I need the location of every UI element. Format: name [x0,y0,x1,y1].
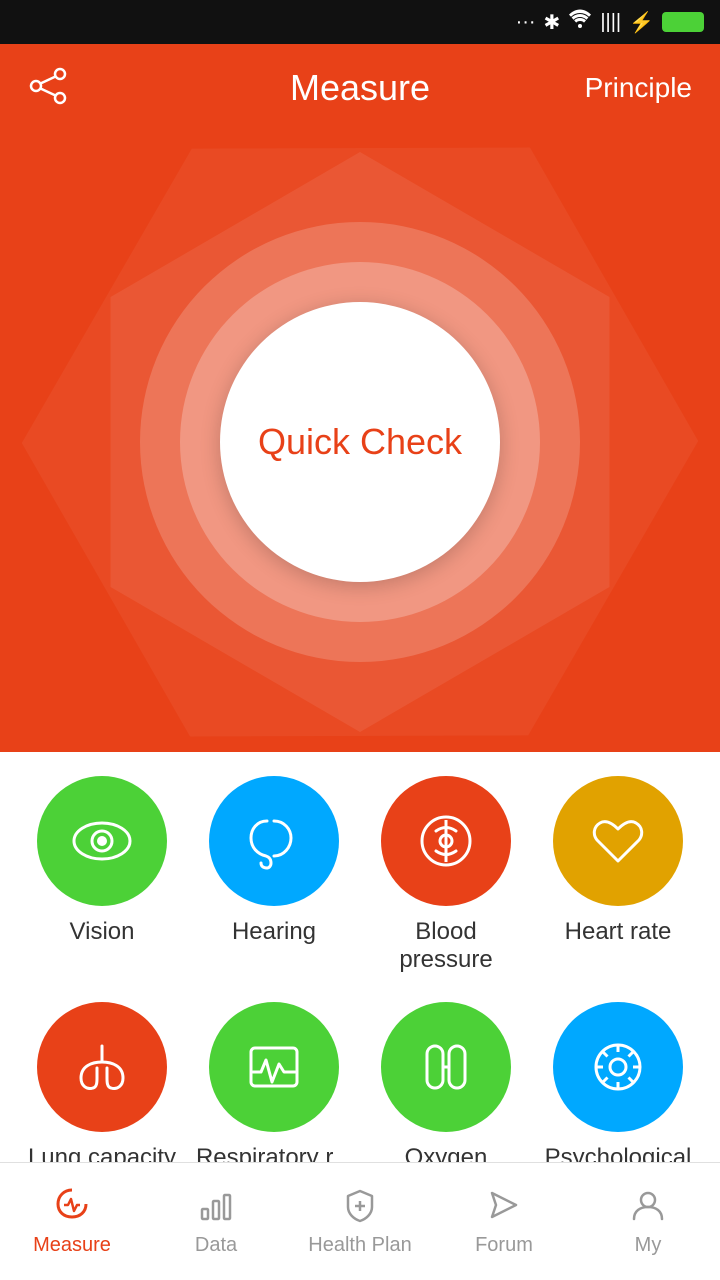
nav-my[interactable]: My [576,1163,720,1280]
nav-health-plan-label: Health Plan [308,1234,411,1257]
principle-button[interactable]: Principle [585,72,692,104]
nav-measure[interactable]: Measure [0,1163,144,1280]
nav-health-plan[interactable]: Health Plan [288,1163,432,1280]
psychological-icon-circle [553,1002,683,1132]
nav-forum-icon [486,1187,522,1228]
psychological-item[interactable]: Psychological [538,1002,698,1172]
blood-pressure-label: Blood pressure [366,918,526,974]
heart-rate-icon-circle [553,776,683,906]
oxygen-icon-circle [381,1002,511,1132]
bottom-navigation: Measure Data Health Plan Forum [0,1162,720,1280]
quick-check-label: Quick Check [258,421,462,463]
measure-grid: Vision Hearing [0,752,720,1224]
respiratory-item[interactable]: Respiratory r... [194,1002,354,1172]
signal-dots: ··· [516,11,536,34]
vision-icon-circle [37,776,167,906]
nav-data-label: Data [195,1234,237,1257]
status-bar: ··· ✱ |||| ⚡ [0,0,720,44]
share-icon[interactable] [28,66,68,111]
grid-row-2: Lung capacity Respiratory r... Oxygen [16,1002,704,1172]
oxygen-item[interactable]: Oxygen [366,1002,526,1172]
nav-data-icon [198,1187,234,1228]
quick-check-middle: Quick Check [180,262,540,622]
status-icons: ··· ✱ |||| ⚡ [516,9,704,35]
quick-check-button[interactable]: Quick Check [140,222,580,662]
nav-forum[interactable]: Forum [432,1163,576,1280]
vision-label: Vision [70,918,135,946]
header: Measure Principle [0,44,720,132]
page-title: Measure [290,67,430,109]
grid-row-1: Vision Hearing [16,776,704,974]
nav-measure-label: Measure [33,1234,111,1257]
hearing-icon-circle [209,776,339,906]
heart-rate-label: Heart rate [565,918,672,946]
nav-health-plan-icon [342,1187,378,1228]
signal-bars-icon: |||| [600,11,621,34]
blood-pressure-item[interactable]: Blood pressure [366,776,526,974]
lung-capacity-item[interactable]: Lung capacity [22,1002,182,1172]
nav-forum-label: Forum [475,1234,533,1257]
heart-rate-item[interactable]: Heart rate [538,776,698,974]
hearing-label: Hearing [232,918,316,946]
respiratory-icon-circle [209,1002,339,1132]
hero-section: Quick Check [0,132,720,752]
lung-capacity-icon-circle [37,1002,167,1132]
quick-check-inner: Quick Check [220,302,500,582]
nav-my-icon [630,1187,666,1228]
nav-my-label: My [635,1234,662,1257]
charging-icon: ⚡ [629,10,654,35]
hearing-item[interactable]: Hearing [194,776,354,974]
battery-icon [662,12,704,32]
blood-pressure-icon-circle [381,776,511,906]
bluetooth-icon: ✱ [544,10,561,35]
wifi-icon [568,9,592,35]
nav-data[interactable]: Data [144,1163,288,1280]
nav-measure-icon [54,1187,90,1228]
vision-item[interactable]: Vision [22,776,182,974]
